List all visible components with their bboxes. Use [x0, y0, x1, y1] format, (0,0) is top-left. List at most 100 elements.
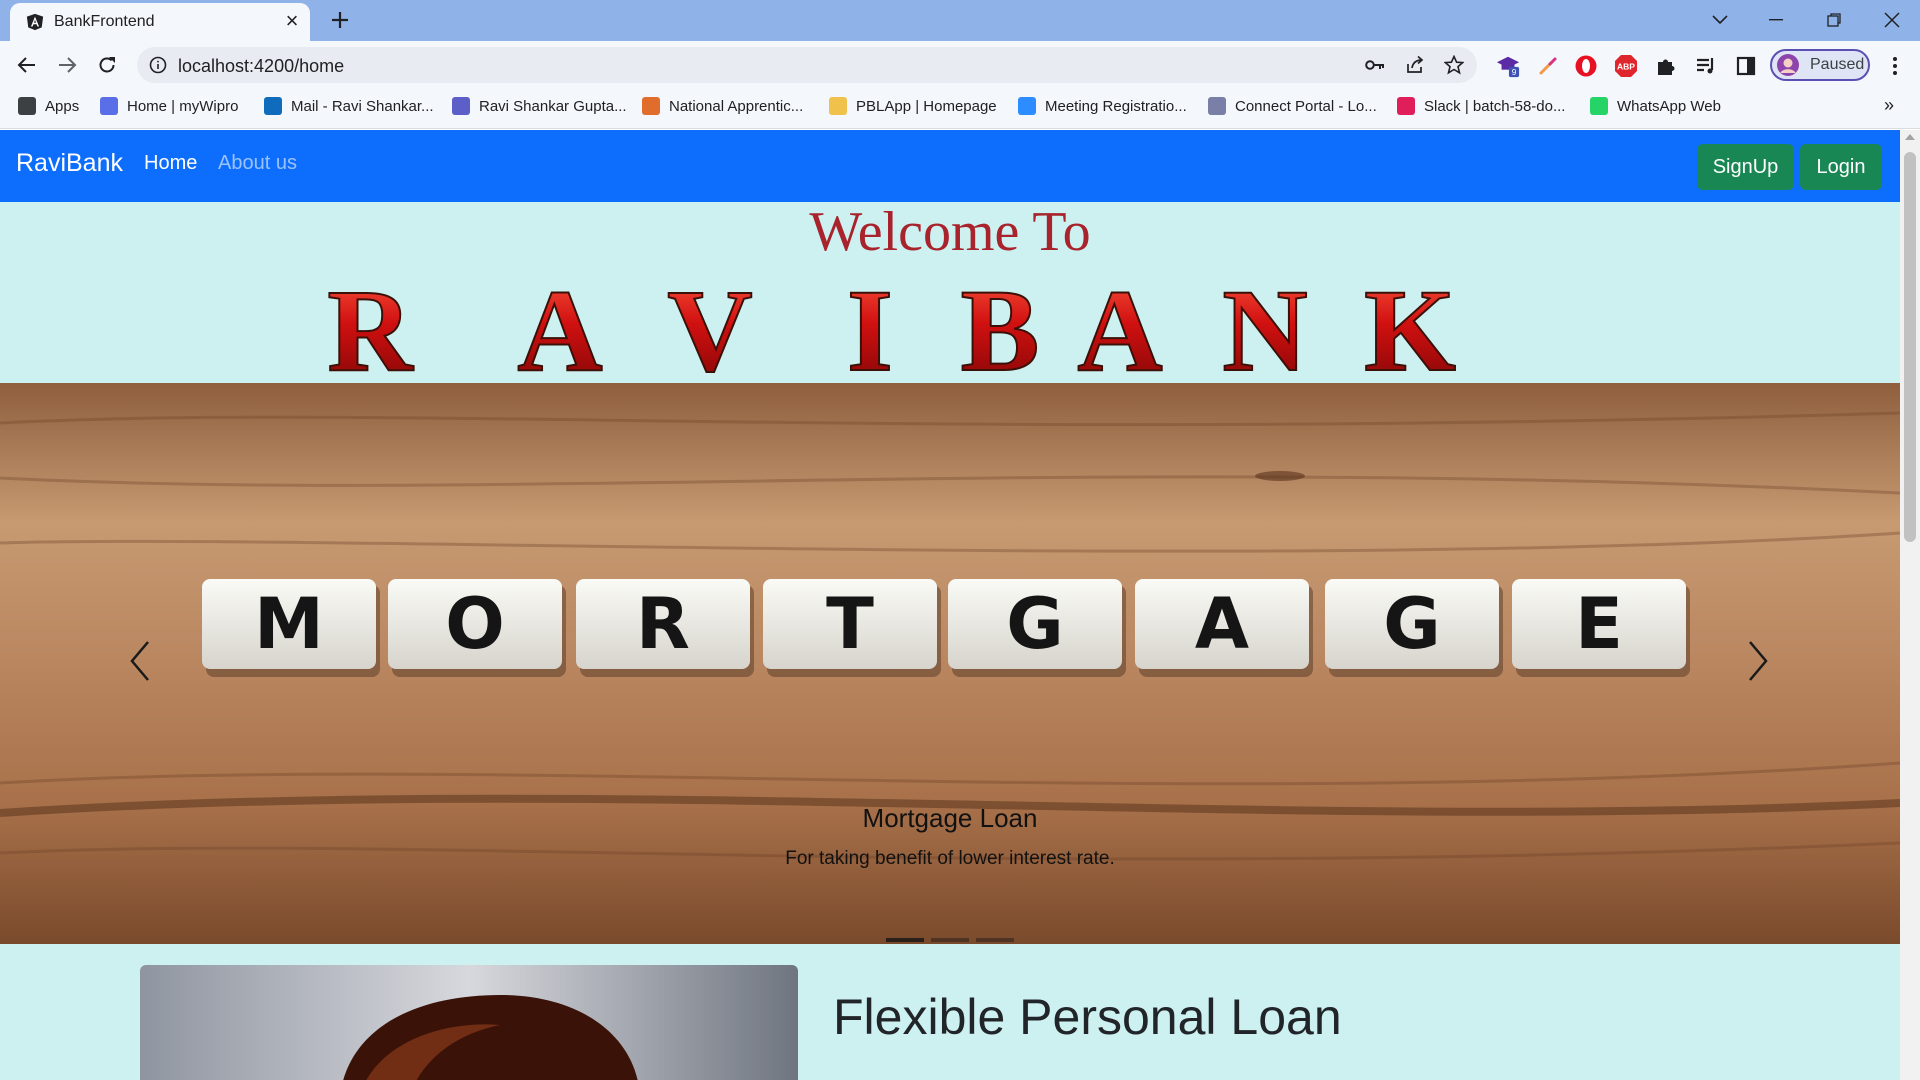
- logo-letter: A: [517, 270, 602, 382]
- close-icon[interactable]: ×: [280, 9, 304, 33]
- bookmark-1[interactable]: Apps: [18, 89, 79, 123]
- share-icon[interactable]: [1405, 55, 1425, 75]
- logo-letter: I: [847, 270, 893, 382]
- page-scrollbar[interactable]: [1900, 130, 1920, 1080]
- section-title: Flexible Personal Loan: [833, 989, 1342, 1045]
- teams-icon: [452, 97, 470, 115]
- minimize-icon[interactable]: [1750, 0, 1802, 40]
- star-icon[interactable]: [1444, 55, 1464, 75]
- tab-title: BankFrontend: [54, 13, 155, 30]
- svg-text:G: G: [1006, 583, 1063, 665]
- carousel-next-icon[interactable]: [1740, 636, 1774, 686]
- svg-text:M: M: [254, 583, 324, 665]
- whatsapp-icon: [1590, 97, 1608, 115]
- bookmark-10[interactable]: WhatsApp Web: [1590, 89, 1721, 123]
- carousel-prev-icon[interactable]: [124, 636, 158, 686]
- bookmark-label: PBLApp | Homepage: [856, 97, 997, 115]
- wipro-icon: [100, 97, 118, 115]
- outlook-icon: [264, 97, 282, 115]
- bookmarks-overflow-icon[interactable]: »: [1884, 95, 1894, 116]
- reading-list-icon[interactable]: [1694, 54, 1718, 78]
- scroll-up-arrow-icon[interactable]: [1905, 134, 1915, 140]
- apps-grid-icon: [18, 97, 36, 115]
- carousel-caption: Mortgage Loan For taking benefit of lowe…: [0, 803, 1900, 870]
- bookmark-4[interactable]: Ravi Shankar Gupta...: [452, 89, 627, 123]
- bookmark-9[interactable]: Slack | batch-58-do...: [1397, 89, 1565, 123]
- side-panel-icon[interactable]: [1734, 54, 1758, 78]
- hero-carousel[interactable]: M O R T G A G E Mortgage Loan For taking benefi…: [0, 383, 1900, 944]
- opera-icon[interactable]: [1574, 54, 1598, 78]
- page-content: RaviBank Home About us SignUp Login Welc…: [0, 130, 1920, 1080]
- bookmark-label: Connect Portal - Lo...: [1235, 97, 1377, 115]
- avatar: [1777, 54, 1799, 76]
- letter-tile: G: [1325, 579, 1503, 677]
- forward-arrow-icon[interactable]: [51, 49, 83, 81]
- ravibank-logo: RAVIBANK: [326, 270, 1457, 382]
- letter-tile: R: [576, 579, 754, 677]
- tab-search-icon[interactable]: [1694, 0, 1746, 40]
- site-navbar: RaviBank Home About us SignUp Login: [0, 130, 1900, 202]
- nav-link-about[interactable]: About us: [218, 152, 297, 175]
- letter-tile: M: [202, 579, 380, 677]
- close-window-icon[interactable]: [1866, 0, 1918, 40]
- graduation-cap-icon[interactable]: 9: [1496, 54, 1520, 78]
- nav-link-home[interactable]: Home: [144, 152, 197, 175]
- carousel-indicator-3[interactable]: [976, 938, 1014, 942]
- address-bar[interactable]: localhost:4200/home: [137, 47, 1477, 83]
- letter-tile: O: [388, 579, 566, 677]
- caption-title: Mortgage Loan: [862, 803, 1038, 833]
- reload-icon[interactable]: [91, 49, 123, 81]
- new-tab-icon[interactable]: [326, 6, 354, 34]
- letter-tile: G: [948, 579, 1126, 677]
- bookmark-label: National Apprentic...: [669, 97, 804, 115]
- signup-button[interactable]: SignUp: [1697, 144, 1794, 190]
- logo-letter: K: [1364, 270, 1456, 382]
- slack-icon: [1397, 97, 1415, 115]
- scrollbar-thumb[interactable]: [1904, 152, 1916, 542]
- logo-letter: N: [1222, 270, 1307, 382]
- restore-icon[interactable]: [1808, 0, 1860, 40]
- brand-logo[interactable]: RaviBank: [16, 149, 123, 178]
- svg-text:T: T: [826, 583, 874, 665]
- extension-badge: 9: [1512, 67, 1517, 77]
- letter-tile: E: [1512, 579, 1690, 677]
- url-text: localhost:4200/home: [178, 56, 345, 76]
- bookmark-label: Mail - Ravi Shankar...: [291, 97, 434, 115]
- letter-tile: A: [1135, 579, 1313, 677]
- bookmark-6[interactable]: PBLApp | Homepage: [829, 89, 997, 123]
- angular-icon: [26, 13, 44, 31]
- more-menu-icon[interactable]: [1883, 54, 1907, 78]
- back-arrow-icon[interactable]: [11, 49, 43, 81]
- bookmark-label: Ravi Shankar Gupta...: [479, 97, 627, 115]
- bookmark-7[interactable]: Meeting Registratio...: [1018, 89, 1187, 123]
- logo-letter: A: [1077, 270, 1162, 382]
- bookmark-label: WhatsApp Web: [1617, 97, 1721, 115]
- color-picker-icon[interactable]: [1536, 54, 1560, 78]
- browser-tab[interactable]: BankFrontend ×: [10, 3, 310, 41]
- adblock-icon[interactable]: ABP: [1614, 54, 1638, 78]
- key-icon[interactable]: [1365, 56, 1385, 74]
- login-button[interactable]: Login: [1800, 144, 1882, 190]
- bookmark-5[interactable]: National Apprentic...: [642, 89, 803, 123]
- profile-button[interactable]: Paused: [1770, 49, 1870, 81]
- svg-text:E: E: [1575, 583, 1623, 665]
- connect-icon: [1208, 97, 1226, 115]
- logo-letter: B: [961, 270, 1040, 382]
- letter-tile: T: [763, 579, 941, 677]
- logo-letter: R: [327, 270, 414, 382]
- bookmark-3[interactable]: Mail - Ravi Shankar...: [264, 89, 434, 123]
- info-icon[interactable]: [149, 56, 167, 74]
- svg-text:ABP: ABP: [1617, 62, 1635, 72]
- bookmark-label: Apps: [45, 97, 80, 115]
- bookmark-label: Slack | batch-58-do...: [1424, 97, 1566, 115]
- svg-text:G: G: [1383, 583, 1440, 665]
- bookmark-2[interactable]: Home | myWipro: [100, 89, 238, 123]
- svg-text:R: R: [636, 583, 690, 665]
- zoom-icon: [1018, 97, 1036, 115]
- puzzle-piece-icon[interactable]: [1654, 54, 1678, 78]
- svg-text:O: O: [445, 583, 505, 665]
- carousel-indicator-1[interactable]: [886, 938, 924, 942]
- bookmark-8[interactable]: Connect Portal - Lo...: [1208, 89, 1377, 123]
- carousel-indicator-2[interactable]: [931, 938, 969, 942]
- apprenticeship-icon: [642, 97, 660, 115]
